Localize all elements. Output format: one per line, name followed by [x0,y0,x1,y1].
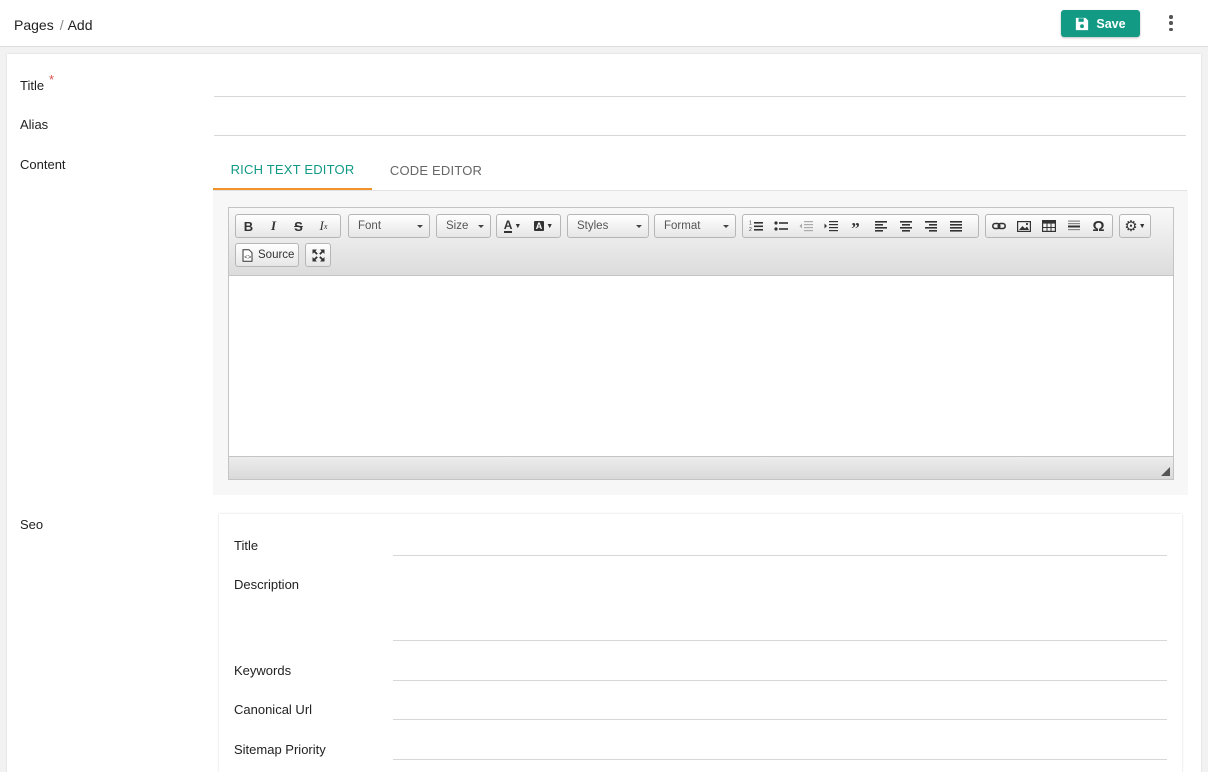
basic-styles-group: B I S Ix [235,214,341,238]
styles-combo[interactable]: Styles [567,214,649,238]
bold-icon[interactable]: B [236,215,261,237]
source-button[interactable]: <> Source [235,243,299,267]
styles-combo-label: Styles [577,220,609,232]
text-color-icon[interactable]: A ▼ [497,215,528,237]
more-options-icon[interactable] [1162,13,1180,33]
background-color-icon[interactable]: A ▼ [528,215,559,237]
breadcrumb: Pages / Add [14,17,93,33]
alias-input[interactable] [214,114,1186,136]
insert-group: Ω [985,214,1113,238]
align-right-icon[interactable] [918,215,943,237]
italic-icon[interactable]: I [261,215,286,237]
seo-description-label: Description [234,577,300,592]
title-label: Title [20,78,45,93]
font-combo-label: Font [358,220,382,232]
size-combo-label: Size [446,220,469,232]
rich-text-editor-area: B I S Ix Font Size A▼ A▼ Styles Format [213,191,1188,495]
svg-text:2: 2 [749,227,752,232]
paragraph-group: 12 ” [742,214,979,238]
seo-title-label: Title [234,538,259,553]
gear-icon[interactable]: ⚙ ▼ [1120,215,1150,237]
editor-content-area[interactable] [229,276,1173,456]
page-form-card: Title * Alias Content RICH TEXT EDITOR C… [7,54,1201,772]
svg-text:<>: <> [244,255,252,261]
breadcrumb-pages-link[interactable]: Pages [14,17,54,33]
decrease-indent-icon[interactable] [793,215,818,237]
seo-description-textarea[interactable] [393,574,1167,641]
increase-indent-icon[interactable] [818,215,843,237]
tab-code-editor[interactable]: CODE EDITOR [381,150,491,190]
blockquote-icon[interactable]: ” [843,215,868,238]
align-center-icon[interactable] [893,215,918,237]
save-button[interactable]: Save [1061,10,1140,37]
source-button-label: Source [258,249,295,261]
top-bar: Pages / Add Save [0,0,1208,47]
content-label: Content [20,157,66,172]
resize-handle-icon[interactable] [1161,467,1170,476]
special-character-icon[interactable]: Ω [1086,215,1111,237]
image-icon[interactable] [1011,215,1036,237]
seo-panel: Title Description Keywords Canonical Url… [219,514,1182,772]
alias-label: Alias [20,117,49,132]
save-button-label: Save [1096,16,1126,31]
seo-canonical-url-input[interactable] [393,698,1167,720]
size-combo[interactable]: Size [436,214,491,238]
svg-text:1: 1 [749,221,752,227]
title-input[interactable] [214,75,1186,97]
editor-toolbar: B I S Ix Font Size A▼ A▼ Styles Format [229,208,1173,276]
horizontal-line-icon[interactable] [1061,215,1086,237]
tab-rich-text-editor[interactable]: RICH TEXT EDITOR [213,150,372,190]
editor-status-bar [229,456,1173,479]
maximize-button[interactable] [305,243,331,267]
strikethrough-icon[interactable]: S [286,215,311,237]
numbered-list-icon[interactable]: 12 [743,215,768,237]
floppy-disk-icon [1076,17,1089,30]
seo-title-input[interactable] [393,534,1167,556]
required-asterisk: * [49,72,55,87]
font-combo[interactable]: Font [348,214,430,238]
seo-keywords-label: Keywords [234,663,292,678]
bulleted-list-icon[interactable] [768,215,793,237]
table-icon[interactable] [1036,215,1061,237]
remove-format-icon[interactable]: Ix [311,215,336,237]
link-icon[interactable] [986,215,1011,237]
colors-group: A ▼ A ▼ [496,214,561,238]
seo-keywords-input[interactable] [393,659,1167,681]
breadcrumb-separator: / [59,17,64,33]
format-combo[interactable]: Format [654,214,736,238]
seo-label: Seo [20,517,44,532]
align-left-icon[interactable] [868,215,893,237]
editor-tabs: RICH TEXT EDITOR CODE EDITOR [213,150,1187,191]
breadcrumb-current: Add [67,17,93,33]
seo-canonical-url-label: Canonical Url [234,702,313,717]
tools-group: ⚙ ▼ [1119,214,1151,238]
format-combo-label: Format [664,220,701,232]
source-document-icon: <> [242,248,253,262]
maximize-icon [306,244,330,266]
rich-text-editor: B I S Ix Font Size A▼ A▼ Styles Format [228,207,1174,480]
seo-sitemap-priority-label: Sitemap Priority [234,742,326,757]
seo-sitemap-priority-input[interactable] [393,738,1167,760]
justify-icon[interactable] [943,215,968,237]
